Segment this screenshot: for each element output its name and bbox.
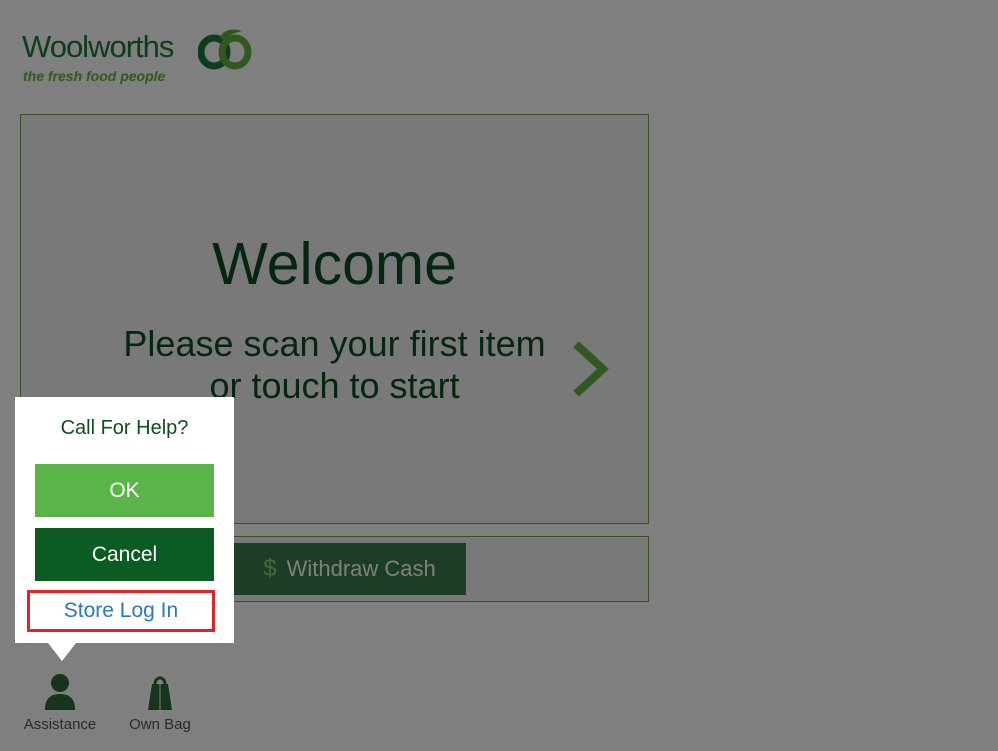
cancel-button[interactable]: Cancel xyxy=(35,528,214,581)
popup-title: Call For Help? xyxy=(60,417,189,439)
popup-pointer xyxy=(48,643,76,661)
ok-button[interactable]: OK xyxy=(35,464,214,517)
store-log-in-link[interactable]: Store Log In xyxy=(27,590,215,632)
call-for-help-popup: Call For Help? OK Cancel Store Log In xyxy=(15,397,234,661)
